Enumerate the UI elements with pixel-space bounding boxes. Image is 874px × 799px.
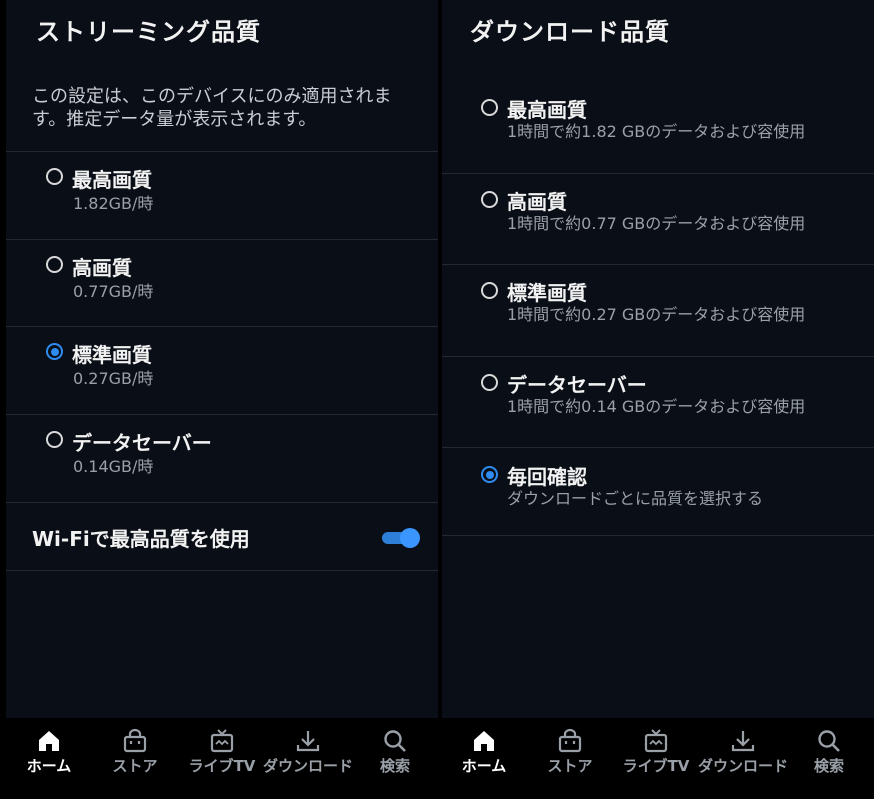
- option-label: 最高画質: [507, 98, 587, 122]
- download-option-high[interactable]: 高画質 1時間で約0.77 GBのデータおよび容使用: [442, 180, 874, 264]
- divider: [6, 239, 438, 240]
- nav-label: ストア: [112, 757, 158, 775]
- divider: [442, 535, 874, 536]
- streaming-option-high[interactable]: 高画質 0.77GB/時: [6, 246, 438, 326]
- option-description: ダウンロードごとに品質を選択する: [507, 489, 764, 508]
- home-icon: [39, 731, 59, 751]
- radio-checked-icon[interactable]: [481, 466, 498, 483]
- search-icon: [384, 730, 406, 752]
- radio-unchecked-icon[interactable]: [481, 191, 498, 208]
- radio-unchecked-icon[interactable]: [481, 99, 498, 116]
- nav-label: ライブTV: [188, 757, 256, 775]
- nav-store[interactable]: ストア: [525, 718, 615, 774]
- download-icon: [296, 731, 320, 752]
- download-option-best[interactable]: 最高画質 1時間で約1.82 GBのデータおよび容使用: [442, 88, 874, 172]
- option-label: 標準画質: [72, 343, 152, 367]
- toggle-knob: [400, 528, 420, 548]
- option-label: 最高画質: [72, 168, 152, 192]
- streaming-quality-description: この設定は、このデバイスにのみ適用されます。推定データ量が表示されます。: [32, 86, 392, 130]
- download-icon: [731, 731, 755, 752]
- wifi-best-quality-label: Wi-Fiで最高品質を使用: [32, 527, 250, 551]
- divider: [6, 151, 438, 152]
- option-label: データセーバー: [507, 373, 647, 397]
- download-option-standard[interactable]: 標準画質 1時間で約0.27 GBのデータおよび容使用: [442, 271, 874, 355]
- option-description: 1時間で約1.82 GBのデータおよび容使用: [507, 122, 806, 141]
- nav-store[interactable]: ストア: [90, 718, 180, 774]
- option-label: 毎回確認: [507, 465, 587, 489]
- nav-label: ダウンロード: [263, 757, 354, 775]
- radio-unchecked-icon[interactable]: [481, 374, 498, 391]
- nav-label: ホーム: [26, 757, 72, 775]
- divider: [442, 447, 874, 448]
- radio-unchecked-icon[interactable]: [46, 431, 63, 448]
- nav-download[interactable]: ダウンロード: [698, 718, 788, 774]
- radio-unchecked-icon[interactable]: [46, 168, 63, 185]
- download-quality-title: ダウンロード品質: [470, 18, 670, 46]
- streaming-quality-panel: ストリーミング品質 この設定は、このデバイスにのみ適用されます。推定データ量が表…: [6, 0, 438, 799]
- option-data-rate: 0.27GB/時: [73, 369, 154, 388]
- bag-icon: [123, 728, 147, 753]
- streaming-option-best[interactable]: 最高画質 1.82GB/時: [6, 158, 438, 238]
- streaming-quality-title: ストリーミング品質: [36, 18, 261, 46]
- divider: [442, 173, 874, 174]
- wifi-best-quality-toggle[interactable]: [380, 526, 420, 548]
- search-icon: [818, 730, 840, 752]
- download-option-data-saver[interactable]: データセーバー 1時間で約0.14 GBのデータおよび容使用: [442, 363, 874, 447]
- option-data-rate: 1.82GB/時: [73, 194, 154, 213]
- wifi-best-quality-row[interactable]: Wi-Fiで最高品質を使用: [6, 503, 438, 570]
- divider: [6, 414, 438, 415]
- nav-live-tv[interactable]: ライブTV: [611, 718, 701, 774]
- download-quality-panel: ダウンロード品質 最高画質 1時間で約1.82 GBのデータおよび容使用 高画質…: [442, 0, 874, 799]
- option-description: 1時間で約0.27 GBのデータおよび容使用: [507, 305, 806, 324]
- radio-checked-icon[interactable]: [46, 343, 63, 360]
- nav-search[interactable]: 検索: [350, 718, 438, 774]
- divider: [442, 264, 874, 265]
- streaming-option-standard[interactable]: 標準画質 0.27GB/時: [6, 333, 438, 413]
- option-data-rate: 0.77GB/時: [73, 282, 154, 301]
- divider: [6, 570, 438, 571]
- nav-label: ライブTV: [622, 757, 690, 775]
- nav-label: ダウンロード: [698, 757, 789, 775]
- nav-download[interactable]: ダウンロード: [263, 718, 353, 774]
- divider: [6, 326, 438, 327]
- nav-search[interactable]: 検索: [784, 718, 874, 774]
- nav-home[interactable]: ホーム: [6, 718, 94, 774]
- tv-icon: [644, 729, 668, 753]
- option-label: データセーバー: [72, 431, 212, 455]
- streaming-option-data-saver[interactable]: データセーバー 0.14GB/時: [6, 421, 438, 501]
- option-description: 1時間で約0.77 GBのデータおよび容使用: [507, 214, 806, 233]
- nav-label: 検索: [813, 757, 844, 775]
- download-option-ask-every-time[interactable]: 毎回確認 ダウンロードごとに品質を選択する: [442, 455, 874, 533]
- nav-label: ホーム: [461, 757, 507, 775]
- nav-label: 検索: [379, 757, 410, 775]
- tv-icon: [210, 729, 234, 753]
- option-description: 1時間で約0.14 GBのデータおよび容使用: [507, 397, 806, 416]
- nav-live-tv[interactable]: ライブTV: [177, 718, 267, 774]
- bottom-nav: ホーム ストア ライブTV ダウンロード 検索: [6, 718, 438, 799]
- nav-home[interactable]: ホーム: [442, 718, 529, 774]
- option-label: 高画質: [507, 190, 567, 214]
- nav-label: ストア: [547, 757, 593, 775]
- home-icon: [474, 731, 494, 751]
- radio-unchecked-icon[interactable]: [46, 256, 63, 273]
- option-label: 標準画質: [507, 281, 587, 305]
- divider: [442, 356, 874, 357]
- option-data-rate: 0.14GB/時: [73, 457, 154, 476]
- option-label: 高画質: [72, 256, 132, 280]
- bottom-nav: ホーム ストア ライブTV ダウンロード 検索: [442, 718, 874, 799]
- radio-unchecked-icon[interactable]: [481, 282, 498, 299]
- bag-icon: [558, 728, 582, 753]
